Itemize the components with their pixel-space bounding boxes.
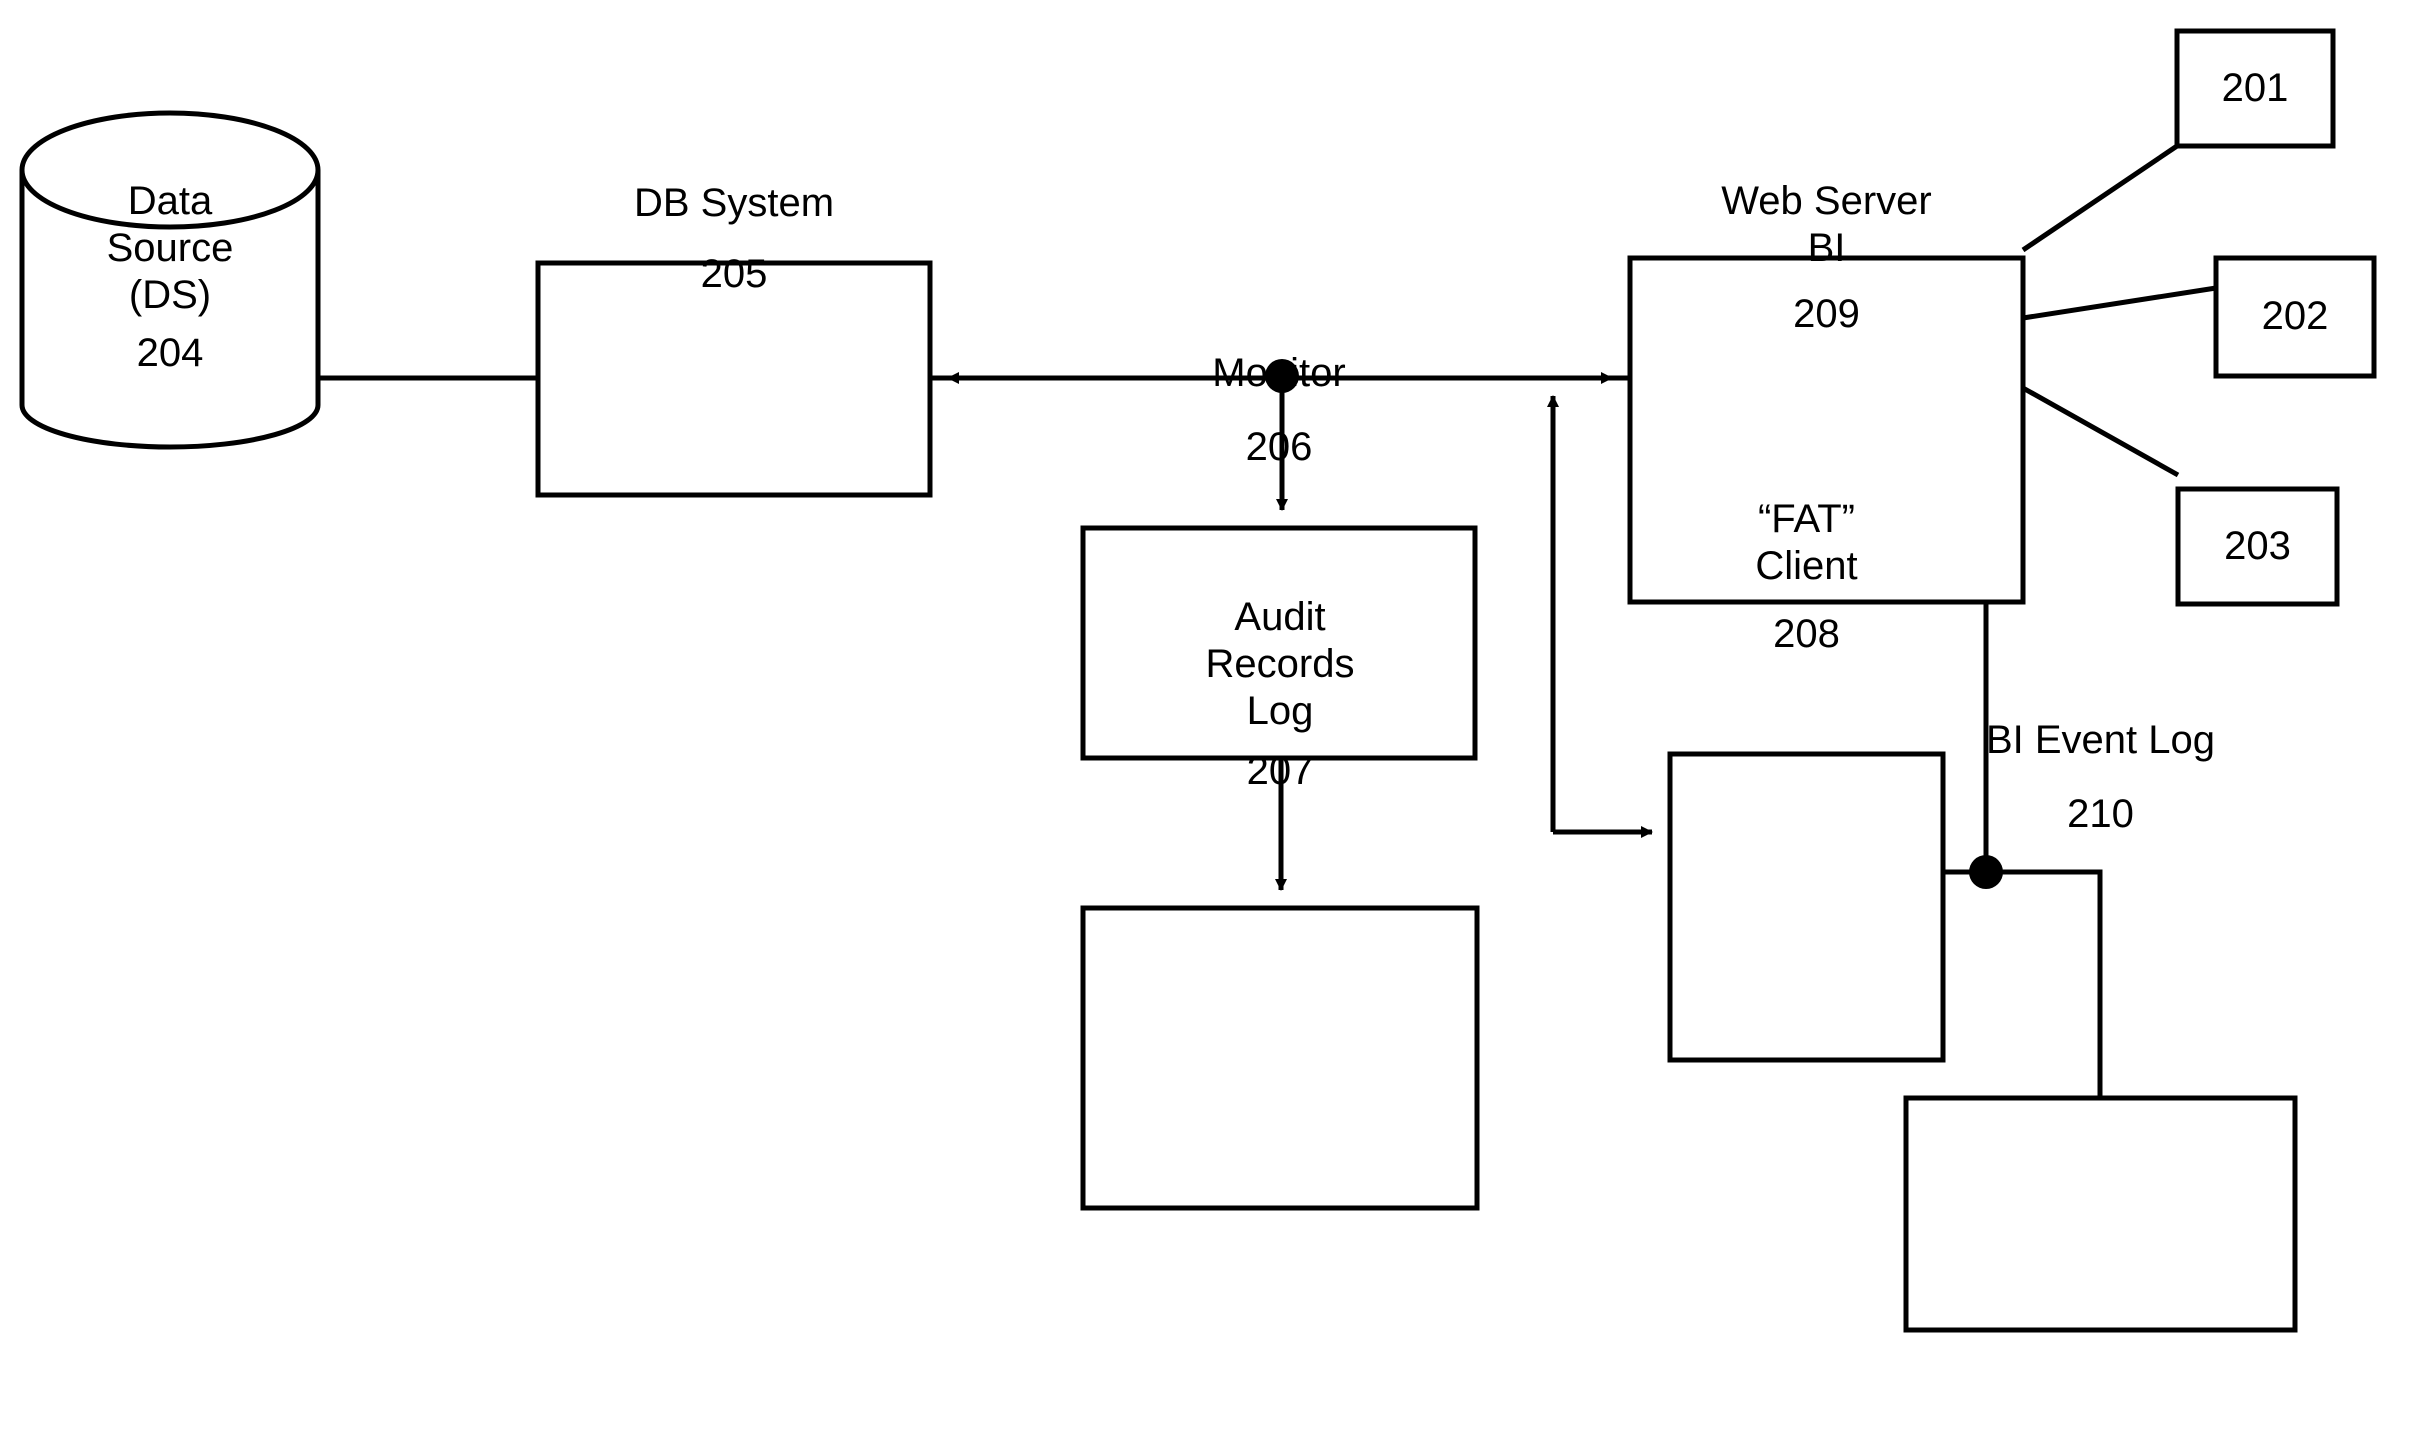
node-callout-201-ref: 201 bbox=[2221, 66, 2289, 110]
node-web-server-bi-ref: 209 bbox=[1793, 292, 1860, 336]
node-monitor[interactable] bbox=[1083, 528, 1475, 758]
node-audit-records-log[interactable] bbox=[1083, 908, 1477, 1208]
node-callout-203-ref: 203 bbox=[2224, 524, 2291, 568]
node-monitor-ref: 206 bbox=[1245, 425, 1313, 469]
node-audit-records-log-ref: 207 bbox=[1246, 749, 1314, 793]
junction-dot-2 bbox=[1969, 855, 2003, 889]
node-fat-client-ref: 208 bbox=[1773, 612, 1840, 656]
connector-junction2-to-bi-event-log bbox=[1986, 869, 2103, 1098]
node-data-source-ref: 204 bbox=[136, 331, 204, 375]
node-db-system-ref: 205 bbox=[700, 252, 768, 296]
node-fat-client[interactable] bbox=[1670, 754, 1943, 1060]
node-bi-event-log-ref: 210 bbox=[2067, 792, 2134, 836]
connector-web-server-to-201 bbox=[2021, 143, 2179, 253]
figure-canvas: Data Source (DS) 204 DB System 205 Monit… bbox=[0, 0, 2434, 1451]
node-callout-202-ref: 202 bbox=[2261, 294, 2329, 338]
node-bi-event-log[interactable] bbox=[1906, 1098, 2295, 1330]
connector-web-server-to-202 bbox=[2022, 285, 2217, 321]
connector-web-server-to-203 bbox=[2021, 385, 2180, 478]
